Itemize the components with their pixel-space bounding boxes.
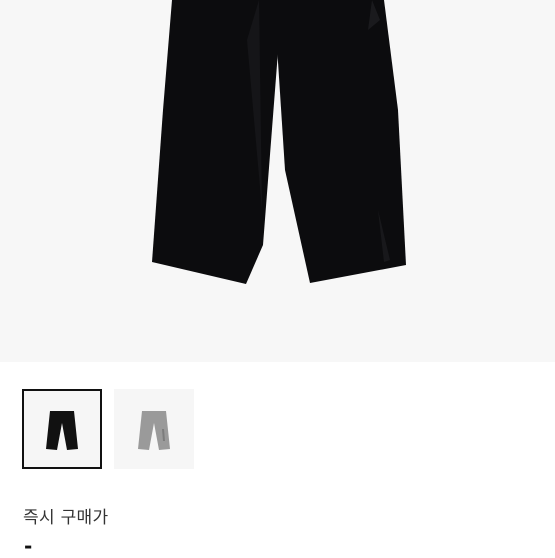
gray-pants-thumbnail-icon <box>138 411 170 450</box>
black-pants-thumbnail-icon <box>46 411 78 450</box>
price-label: 즉시 구매가 <box>23 508 109 528</box>
thumbnail-list <box>22 389 194 469</box>
product-main-image <box>0 0 555 362</box>
black-pants-image <box>152 0 406 284</box>
thumbnail-gray[interactable] <box>114 389 194 469</box>
price-value: - <box>24 534 33 558</box>
thumbnail-black[interactable] <box>22 389 102 469</box>
